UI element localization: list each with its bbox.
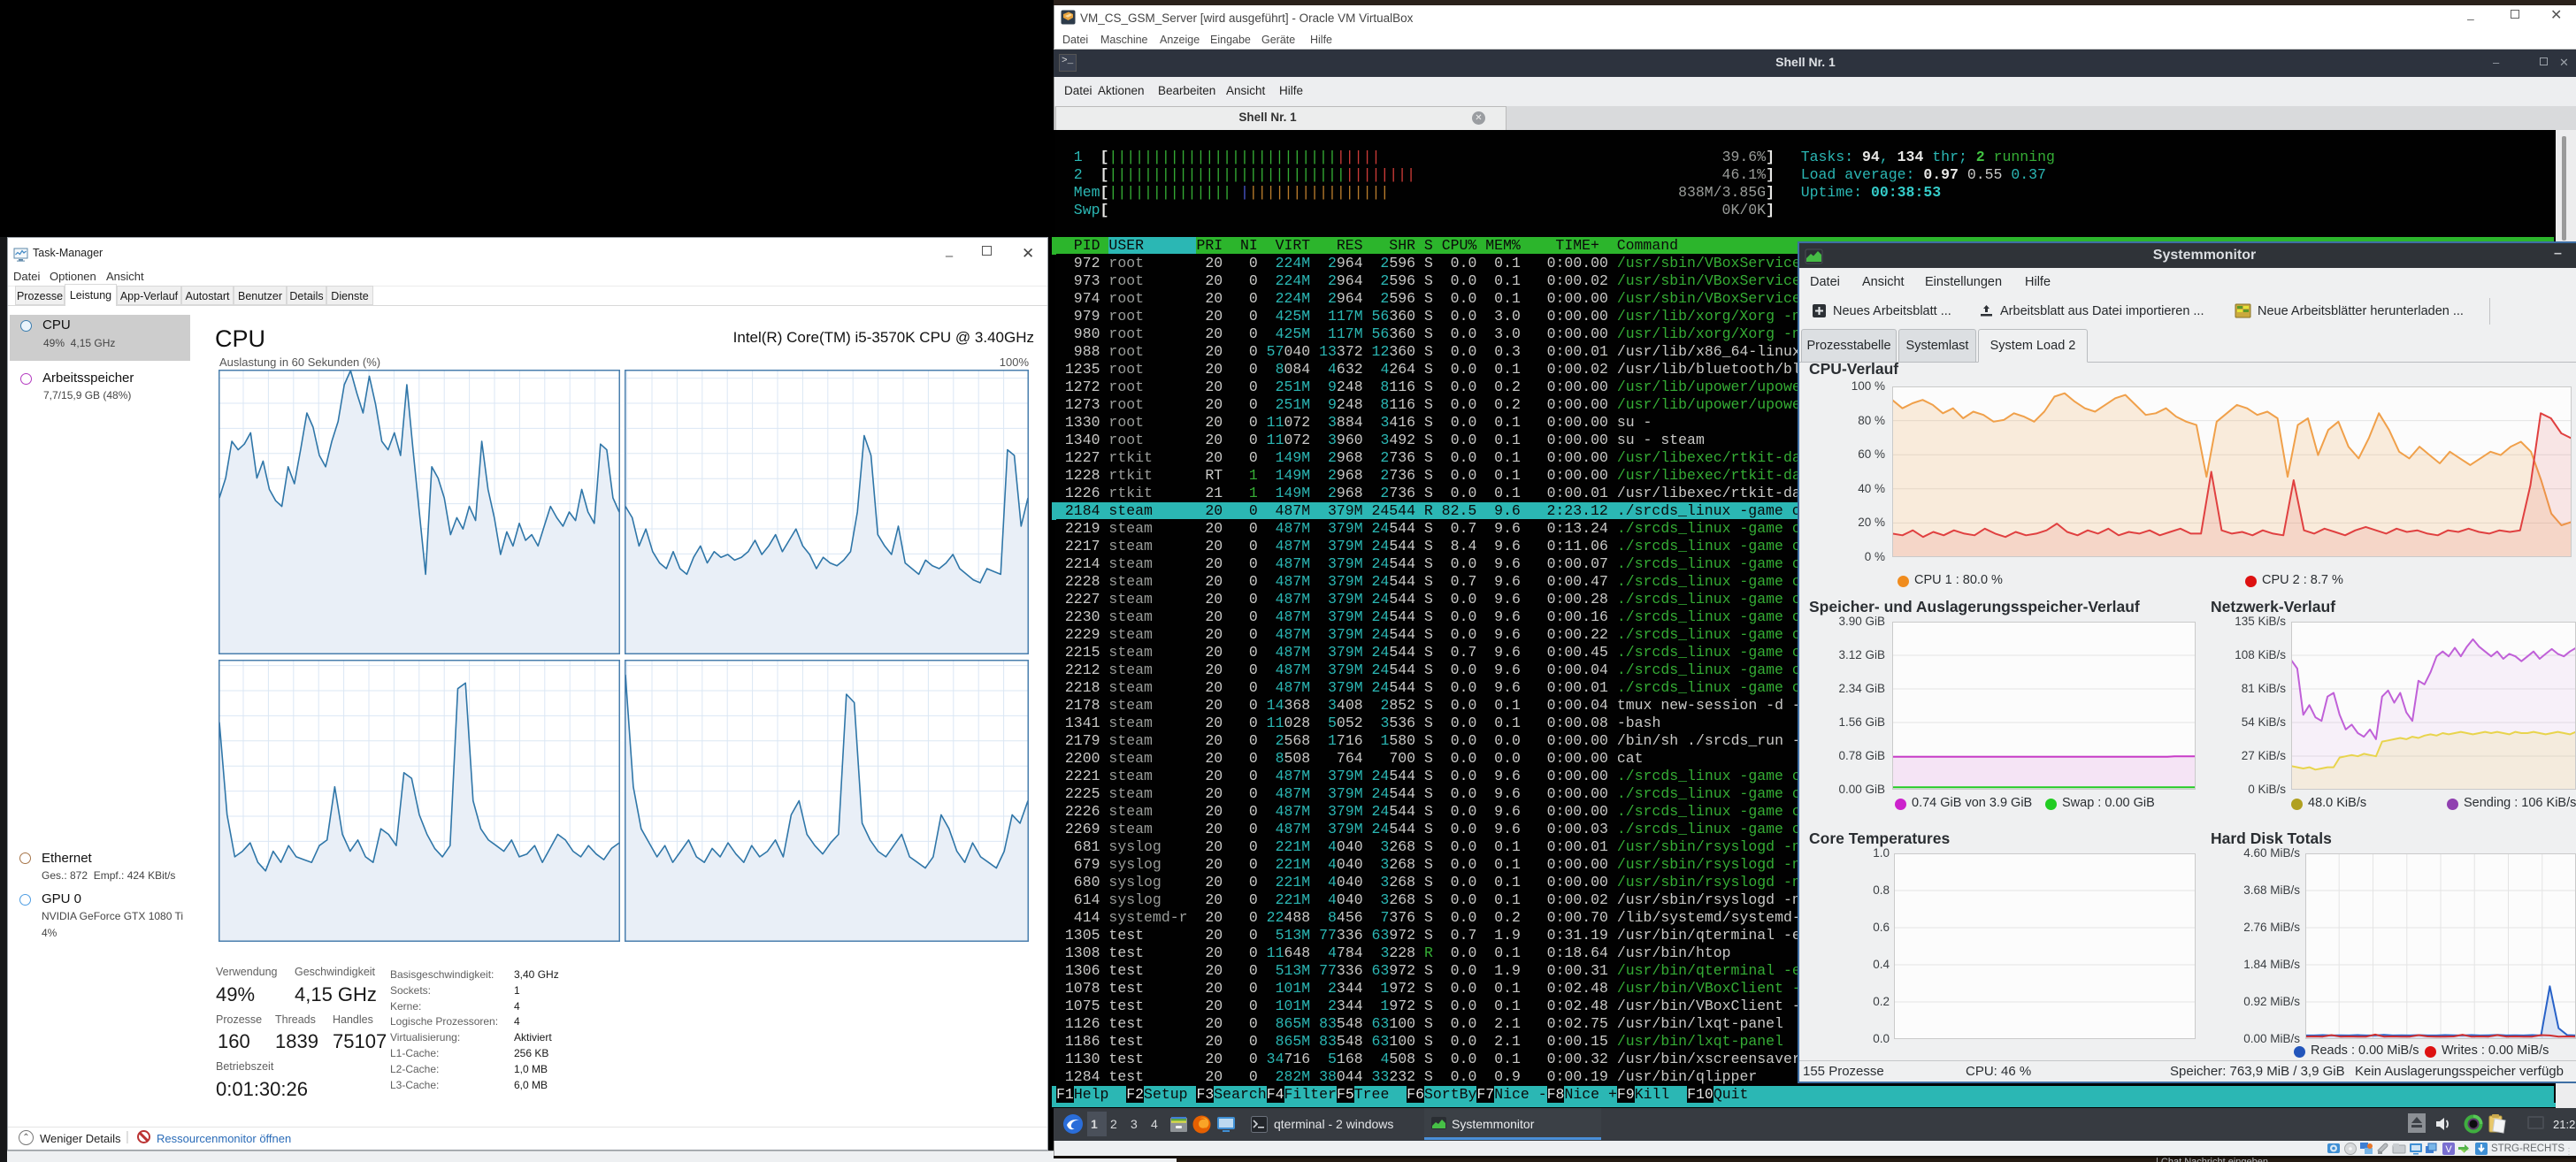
svg-text:V: V xyxy=(2445,1144,2452,1155)
